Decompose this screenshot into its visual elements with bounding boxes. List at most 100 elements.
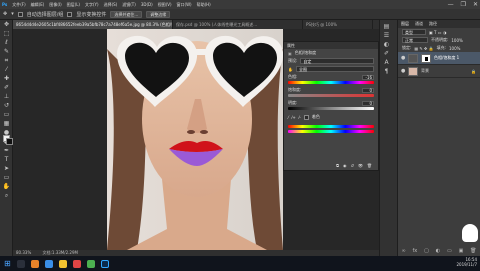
- channel-dropdown[interactable]: 全图: [295, 66, 374, 72]
- windows-start-icon[interactable]: ⊞: [4, 259, 11, 268]
- view-previous-icon[interactable]: ◉: [343, 163, 347, 168]
- stamp-tool-icon[interactable]: ⊥: [2, 93, 11, 101]
- minimize-button[interactable]: —: [448, 1, 454, 8]
- menu-3d[interactable]: 3D(D): [141, 2, 153, 7]
- system-clock[interactable]: 16:54 2019/11/7: [456, 257, 477, 267]
- menu-filter[interactable]: 滤镜(T): [122, 2, 136, 8]
- zoom-tool-icon[interactable]: ⌕: [2, 192, 11, 200]
- menu-layer[interactable]: 图层(L): [67, 2, 80, 8]
- background-color-swatch[interactable]: [6, 138, 13, 145]
- colorize-checkbox[interactable]: [303, 114, 309, 120]
- link-icon[interactable]: ∞: [401, 248, 405, 254]
- adjustments-panel-icon[interactable]: ◐: [382, 41, 391, 49]
- layer-row[interactable]: ● 色相/饱和度 1: [398, 52, 480, 65]
- hand-tool-icon[interactable]: ✋: [2, 183, 11, 191]
- preset-dropdown[interactable]: 自定: [300, 58, 374, 64]
- hue-slider[interactable]: [288, 81, 374, 84]
- lightness-slider[interactable]: [288, 107, 374, 110]
- menu-file[interactable]: 文件(F): [12, 2, 25, 8]
- tab-third-document[interactable]: PS技巧 @ 100%: [303, 20, 373, 29]
- folder-icon[interactable]: ▭: [447, 248, 452, 254]
- new-layer-icon[interactable]: ▣: [459, 248, 464, 254]
- brush-tool-icon[interactable]: ✐: [2, 84, 11, 92]
- saturation-value-input[interactable]: 0: [362, 87, 374, 93]
- move-tool-icon[interactable]: ✥: [3, 11, 7, 17]
- app-icon-2[interactable]: [44, 259, 53, 268]
- history-brush-icon[interactable]: ↺: [2, 102, 11, 110]
- adjustment-icon[interactable]: ◐: [436, 248, 440, 254]
- tab-layers[interactable]: 图层: [401, 20, 409, 28]
- mask-icon[interactable]: ▢: [424, 248, 429, 254]
- layer-kind-dropdown[interactable]: 类型: [402, 29, 426, 35]
- lasso-tool-icon[interactable]: ℓ: [2, 39, 11, 47]
- eye-icon[interactable]: ●: [401, 69, 405, 74]
- transform-controls-checkbox[interactable]: [67, 11, 73, 17]
- history-panel-icon[interactable]: ▤: [382, 23, 391, 31]
- menu-help[interactable]: 帮助(H): [197, 2, 211, 8]
- fill-value[interactable]: 100%: [449, 46, 460, 51]
- delete-icon[interactable]: 🗑: [470, 248, 476, 254]
- menu-select[interactable]: 选择(S): [104, 2, 118, 8]
- shape-tool-icon[interactable]: ▭: [2, 174, 11, 182]
- eyedropper-tool-icon[interactable]: ⁄: [2, 66, 11, 74]
- app-icon-1[interactable]: [30, 259, 39, 268]
- lightness-value-input[interactable]: 0: [362, 100, 374, 106]
- healing-tool-icon[interactable]: ✚: [2, 75, 11, 83]
- lock-icons[interactable]: ▦ ✎ ✥ 🔒: [414, 46, 433, 51]
- tab-second-document[interactable]: 保存.psd @ 100% (人体线性曝光工具概述...: [173, 20, 303, 29]
- character-panel-icon[interactable]: A: [382, 59, 391, 67]
- app-icon-4[interactable]: [72, 259, 81, 268]
- eyedropper-minus-icon[interactable]: ⁄-: [299, 115, 301, 120]
- close-button[interactable]: ✕: [473, 1, 478, 8]
- type-tool-icon[interactable]: T: [2, 156, 11, 164]
- search-icon[interactable]: [16, 259, 25, 268]
- pen-tool-icon[interactable]: ✒: [2, 147, 11, 155]
- hand-adjust-icon[interactable]: ✋: [288, 67, 293, 72]
- eyedropper-icon[interactable]: ⁄: [288, 115, 289, 120]
- eye-icon[interactable]: ●: [401, 56, 405, 61]
- layer-row[interactable]: ● 背景 🔒: [398, 65, 480, 78]
- blend-mode-dropdown[interactable]: 正常: [402, 37, 428, 43]
- clip-icon[interactable]: ⧉: [336, 163, 339, 168]
- visibility-icon[interactable]: 👁: [358, 163, 363, 168]
- quick-select-tool-icon[interactable]: ✎: [2, 48, 11, 56]
- refine-edge-button[interactable]: 调整边缘: [146, 10, 171, 18]
- gradient-tool-icon[interactable]: ▦: [2, 120, 11, 128]
- marquee-tool-icon[interactable]: ⬚: [2, 30, 11, 38]
- photoshop-taskbar-icon[interactable]: [100, 259, 109, 268]
- filter-icons[interactable]: ▣ T ▭ ◑: [429, 30, 446, 35]
- zoom-level[interactable]: 80.33%: [16, 250, 31, 255]
- menu-edit[interactable]: 编辑(E): [31, 2, 45, 8]
- app-icon-5[interactable]: [86, 259, 95, 268]
- paragraph-panel-icon[interactable]: ¶: [382, 68, 391, 76]
- trash-icon[interactable]: 🗑: [367, 163, 372, 168]
- app-icon-3[interactable]: [58, 259, 67, 268]
- document-canvas-image[interactable]: [107, 29, 283, 250]
- tab-paths[interactable]: 路径: [429, 20, 437, 28]
- menu-type[interactable]: 文字(Y): [85, 2, 99, 8]
- move-tool-icon[interactable]: ✥: [2, 21, 11, 29]
- eyedropper-plus-icon[interactable]: ⁄+: [292, 115, 296, 120]
- auto-select-checkbox[interactable]: [17, 11, 23, 17]
- fx-icon[interactable]: fx: [412, 248, 417, 254]
- eraser-tool-icon[interactable]: ▭: [2, 111, 11, 119]
- tab-channels[interactable]: 通道: [415, 20, 423, 28]
- lightness-label: 明度:: [288, 100, 298, 105]
- saturation-slider[interactable]: [288, 94, 374, 97]
- menu-image[interactable]: 图像(I): [49, 2, 61, 8]
- hue-value-input[interactable]: -16: [362, 74, 374, 80]
- reset-icon[interactable]: ↺: [350, 163, 353, 168]
- opacity-value[interactable]: 100%: [451, 38, 462, 43]
- properties-panel-icon[interactable]: ☰: [382, 32, 391, 40]
- chevron-down-icon[interactable]: ▾: [11, 11, 14, 17]
- path-select-icon[interactable]: ➤: [2, 165, 11, 173]
- select-and-mask-button[interactable]: 选择并遮住...: [110, 10, 143, 18]
- menu-view[interactable]: 视图(V): [158, 2, 172, 8]
- properties-tab[interactable]: 属性: [287, 42, 295, 49]
- properties-header: 属性: [284, 42, 378, 49]
- menu-window[interactable]: 窗口(W): [177, 2, 192, 8]
- tab-main-document[interactable]: 8654d4d4e2605c1bf486652feeb39a5bfb78c7a7…: [13, 20, 173, 29]
- maximize-button[interactable]: ❐: [461, 1, 466, 8]
- brush-panel-icon[interactable]: ✐: [382, 50, 391, 58]
- crop-tool-icon[interactable]: ⌗: [2, 57, 11, 65]
